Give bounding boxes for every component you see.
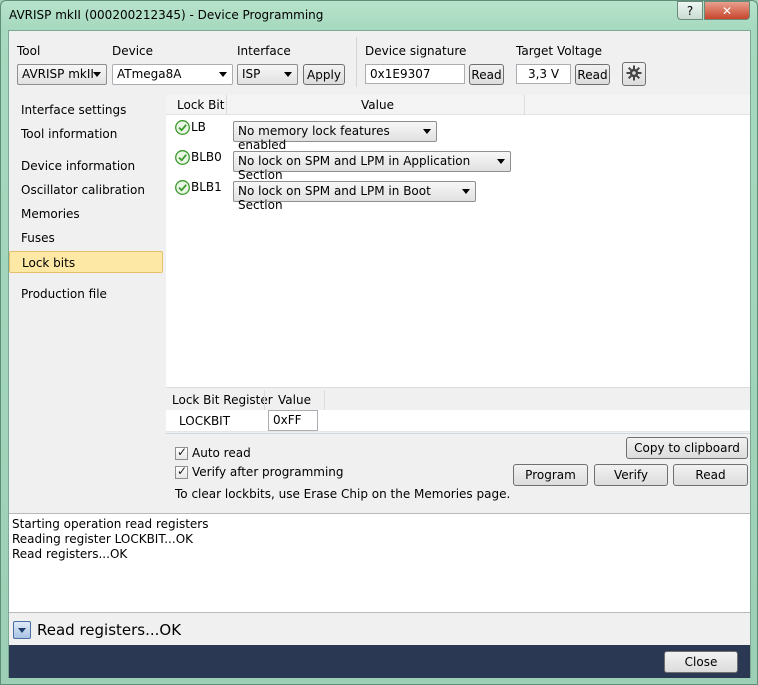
column-divider [226, 95, 227, 115]
lockbits-hint: To clear lockbits, use Erase Chip on the… [175, 487, 511, 501]
title-bar[interactable]: AVRISP mkII (000200212345) - Device Prog… [1, 1, 757, 30]
output-log[interactable]: Starting operation read registers Readin… [9, 513, 750, 613]
dialog-footer: Close [9, 645, 750, 678]
column-header-lockbit: Lock Bit [177, 98, 225, 112]
check-circle-icon [175, 180, 190, 195]
chevron-down-icon [93, 72, 101, 77]
column-header-value: Value [361, 98, 394, 112]
read-button[interactable]: Read [673, 464, 748, 486]
divider [166, 433, 750, 434]
device-programming-window: AVRISP mkII (000200212345) - Device Prog… [0, 0, 758, 685]
close-button[interactable]: Close [664, 651, 738, 673]
column-divider [264, 390, 265, 410]
check-circle-icon [175, 150, 190, 165]
interface-select[interactable]: ISP [237, 64, 298, 85]
register-area: Lock Bit Register Value LOCKBIT 0xFF Aut… [166, 387, 750, 512]
help-button[interactable]: ? [677, 1, 703, 20]
log-line: Read registers...OK [12, 547, 128, 561]
lockbits-grid-header: Lock Bit Value [166, 95, 750, 115]
chevron-down-icon [219, 72, 227, 77]
column-header-register-value: Value [278, 393, 311, 407]
lockbit-select-blb1[interactable]: No lock on SPM and LPM in Boot Section [233, 181, 476, 212]
signature-read-button[interactable]: Read [469, 64, 504, 85]
chevron-down-icon [497, 159, 505, 164]
sidebar-item-interface-settings[interactable]: Interface settings [9, 99, 163, 121]
device-select-value: ATmega8A [117, 67, 182, 81]
table-row: LOCKBIT 0xFF [166, 410, 750, 432]
sidebar-item-production-file[interactable]: Production file [9, 283, 163, 305]
apply-button[interactable]: Apply [303, 64, 345, 85]
window-close-button[interactable]: ✕ [704, 1, 750, 20]
expand-log-toggle[interactable] [13, 621, 31, 639]
tool-label: Tool [17, 44, 41, 58]
chevron-down-icon [423, 129, 431, 134]
status-text: Read registers...OK [37, 621, 182, 639]
sidebar: Interface settings Tool information Devi… [9, 95, 164, 512]
column-divider [524, 95, 525, 115]
chevron-down-icon [284, 72, 292, 77]
settings-button[interactable] [622, 62, 646, 86]
signature-field[interactable]: 0x1E9307 [365, 64, 465, 84]
log-line: Reading register LOCKBIT...OK [12, 532, 194, 546]
lockbit-select-blb0[interactable]: No lock on SPM and LPM in Application Se… [233, 151, 511, 182]
device-label: Device [112, 44, 154, 58]
gear-icon [626, 65, 642, 84]
lockbit-name-blb1: BLB1 [191, 180, 222, 194]
window-title: AVRISP mkII (000200212345) - Device Prog… [9, 8, 324, 22]
voltage-field[interactable]: 3,3 V [516, 64, 571, 84]
lockbit-select-lb[interactable]: No memory lock features enabled [233, 121, 437, 152]
sidebar-item-tool-information[interactable]: Tool information [9, 123, 163, 145]
status-bar: Read registers...OK [9, 615, 750, 645]
auto-read-label: Auto read [192, 446, 251, 460]
lockbit-name-lb: LB [191, 120, 206, 134]
voltage-read-button[interactable]: Read [575, 64, 610, 85]
check-circle-icon [175, 120, 190, 135]
device-select[interactable]: ATmega8A [112, 64, 233, 85]
verify-button[interactable]: Verify [594, 464, 668, 486]
register-name: LOCKBIT [179, 414, 231, 428]
sidebar-item-memories[interactable]: Memories [9, 203, 163, 225]
sidebar-item-oscillator-calibration[interactable]: Oscillator calibration [9, 179, 163, 201]
verify-after-programming-label: Verify after programming [192, 465, 344, 479]
sidebar-item-device-information[interactable]: Device information [9, 155, 163, 177]
signature-label: Device signature [365, 44, 467, 58]
verify-after-programming-checkbox[interactable] [175, 464, 188, 479]
register-value-field[interactable]: 0xFF [268, 410, 318, 431]
column-header-register: Lock Bit Register [172, 393, 273, 407]
register-grid-header: Lock Bit Register Value [166, 390, 750, 410]
copy-to-clipboard-button[interactable]: Copy to clipboard [626, 437, 748, 459]
log-line: Starting operation read registers [12, 517, 209, 531]
program-button[interactable]: Program [513, 464, 588, 486]
toolbar-separator [356, 37, 357, 87]
chevron-down-icon [462, 189, 470, 194]
lockbit-name-blb0: BLB0 [191, 150, 222, 164]
sidebar-item-lock-bits[interactable]: Lock bits [9, 251, 163, 273]
tool-select[interactable]: AVRISP mkII [17, 64, 107, 85]
voltage-label: Target Voltage [516, 44, 602, 58]
interface-label: Interface [237, 44, 291, 58]
sidebar-item-fuses[interactable]: Fuses [9, 227, 163, 249]
auto-read-checkbox[interactable] [175, 445, 188, 460]
toolbar: Tool AVRISP mkII Device ATmega8A Interfa… [9, 31, 750, 91]
interface-select-value: ISP [242, 67, 261, 81]
column-divider [324, 390, 325, 410]
tool-select-value: AVRISP mkII [22, 67, 94, 81]
